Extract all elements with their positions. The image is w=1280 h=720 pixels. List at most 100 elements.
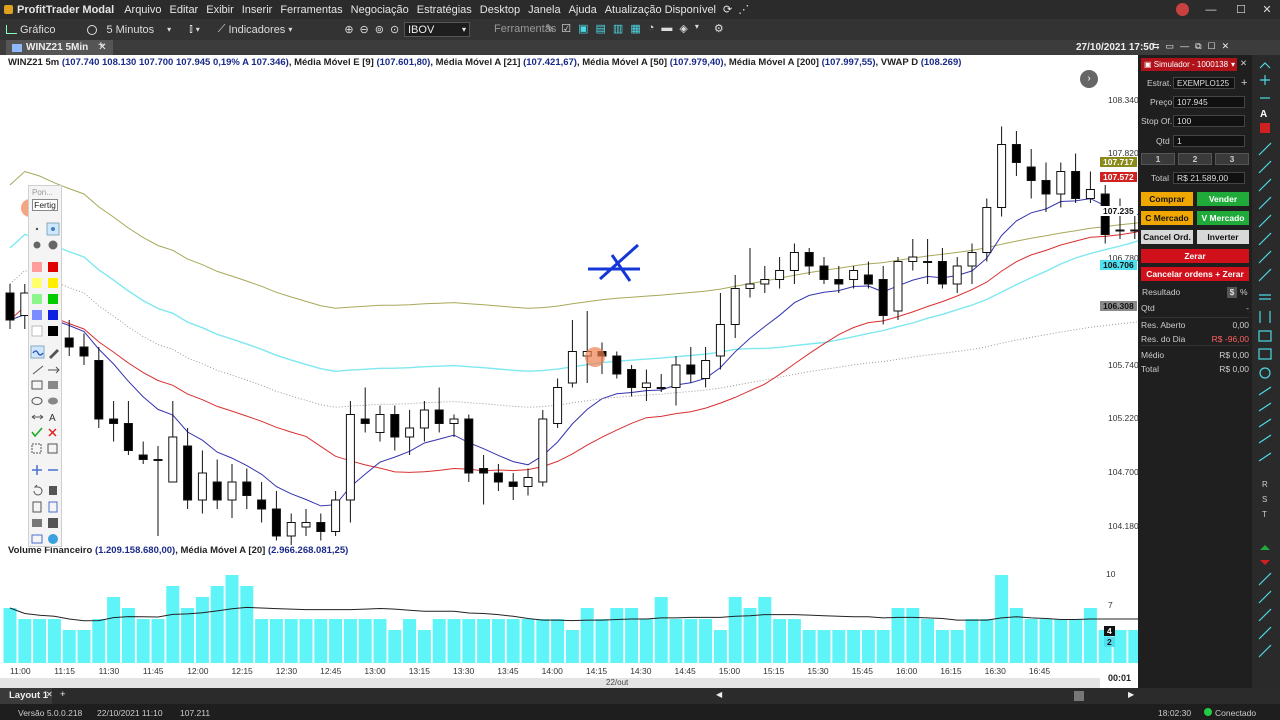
candle-body[interactable] — [908, 256, 918, 262]
menu-janela[interactable]: Janela — [524, 4, 564, 16]
candle-body[interactable] — [627, 369, 637, 388]
chart-area[interactable] — [0, 55, 1138, 688]
zoom-area-icon[interactable] — [47, 443, 58, 454]
color-light-green[interactable] — [32, 294, 42, 304]
candle-body[interactable] — [449, 418, 459, 424]
fib-icon[interactable] — [1258, 250, 1272, 264]
tool-check-icon[interactable]: ☑ — [561, 22, 571, 35]
t-label-icon[interactable]: T — [1262, 510, 1267, 519]
scroll-thumb[interactable] — [1074, 691, 1084, 701]
tool-extra4-icon[interactable] — [1258, 626, 1272, 640]
candle-body[interactable] — [419, 409, 429, 429]
dot-large-icon[interactable] — [33, 241, 41, 249]
text-a-icon[interactable]: A — [1260, 109, 1267, 120]
candle-body[interactable] — [109, 418, 119, 424]
color-light-yellow[interactable] — [32, 278, 42, 288]
refresh-icon[interactable]: ⟳ — [720, 3, 735, 16]
menu-exibir[interactable]: Exibir — [202, 4, 238, 16]
tool-extra5-icon[interactable] — [1258, 644, 1272, 658]
candle-body[interactable] — [952, 265, 962, 285]
layout-tab[interactable]: Layout 1 — [0, 688, 52, 704]
price-chart[interactable] — [0, 55, 1138, 688]
candle-body[interactable] — [286, 522, 296, 537]
fertig-button[interactable]: Fertig — [32, 199, 58, 211]
drawn-x-annotation[interactable] — [588, 243, 640, 282]
candle-body[interactable] — [479, 468, 489, 474]
panel-close-icon[interactable]: ✕ — [1240, 58, 1247, 69]
scroll-right-icon[interactable]: ▶ — [1128, 690, 1134, 699]
candle-body[interactable] — [701, 360, 711, 379]
vender-button[interactable]: Vender — [1197, 192, 1249, 206]
zoom-fit-icon[interactable]: ⊚ — [375, 23, 384, 36]
candle-body[interactable] — [168, 436, 178, 483]
candle-body[interactable] — [849, 270, 859, 280]
fib-fan-icon[interactable] — [1258, 268, 1272, 282]
candle-body[interactable] — [1026, 166, 1036, 181]
tool-bell-icon[interactable]: ◔ — [648, 22, 655, 35]
candle-body[interactable] — [1085, 189, 1095, 199]
tool-chevron-icon[interactable]: ▾ — [695, 22, 699, 35]
menu-inserir[interactable]: Inserir — [238, 4, 277, 16]
color-blue[interactable] — [48, 310, 58, 320]
link-icon[interactable]: ⇆ — [1152, 41, 1160, 52]
candle-body[interactable] — [1041, 180, 1051, 195]
candle-body[interactable] — [967, 252, 977, 267]
candle-body[interactable] — [345, 414, 355, 501]
tab-restore-icon[interactable]: ⧉ — [1195, 41, 1201, 52]
candle-body[interactable] — [508, 481, 518, 487]
dot-xlarge-icon[interactable] — [48, 240, 58, 250]
candle-body[interactable] — [331, 499, 341, 532]
trendline-icon[interactable] — [1258, 142, 1272, 156]
cancel-x-icon[interactable] — [48, 428, 57, 437]
window-icon[interactable]: ▭ — [1166, 41, 1175, 52]
chart-tab[interactable]: WINZ21 5Min ✕ — [6, 40, 113, 55]
candle-body[interactable] — [212, 481, 222, 501]
save-disk-icon[interactable] — [48, 518, 58, 528]
tab-maximize-icon[interactable]: ☐ — [1208, 41, 1216, 52]
tool-save-icon[interactable]: ▣ — [578, 22, 588, 35]
tool-extra3-icon[interactable] — [1258, 608, 1272, 622]
candle-body[interactable] — [1011, 144, 1021, 163]
menu-ferramentas[interactable]: Ferramentas — [276, 4, 346, 16]
image-icon[interactable] — [31, 534, 43, 544]
rect-tool2-icon[interactable] — [1258, 348, 1272, 360]
menu-desktop[interactable]: Desktop — [476, 4, 524, 16]
close-icon[interactable]: ✕ — [1252, 0, 1280, 19]
candle-body[interactable] — [64, 337, 74, 348]
zerar-button[interactable]: Zerar — [1141, 249, 1249, 263]
tab-close-window-icon[interactable]: ✕ — [1222, 41, 1230, 52]
candle-body[interactable] — [94, 360, 104, 420]
text-tool-icon[interactable]: A — [49, 413, 56, 424]
candle-body[interactable] — [982, 207, 992, 253]
candle-body[interactable] — [804, 252, 814, 267]
layout-close-icon[interactable]: ✕ — [46, 690, 53, 699]
color-light-blue[interactable] — [32, 310, 42, 320]
menu-estrategias[interactable]: Estratégias — [413, 4, 476, 16]
regression-icon[interactable] — [1258, 418, 1272, 428]
candle-body[interactable] — [5, 292, 15, 321]
candle-body[interactable] — [375, 414, 385, 433]
chart-scroll-right-button[interactable]: › — [1080, 70, 1098, 88]
candle-body[interactable] — [819, 265, 829, 280]
candle-body[interactable] — [567, 351, 577, 384]
color-white[interactable] — [31, 325, 43, 337]
drawing-tools-icons[interactable]: A — [29, 216, 63, 556]
color-light-red[interactable] — [32, 262, 42, 272]
qty-preset-3[interactable]: 3 — [1215, 153, 1249, 165]
trash-icon[interactable] — [49, 486, 57, 495]
color-green[interactable] — [48, 294, 58, 304]
qtd-input[interactable]: 1 — [1173, 135, 1245, 147]
period-select[interactable]: 5 Minutos ▾ — [81, 24, 177, 36]
parallel-icon[interactable] — [1258, 214, 1272, 228]
candle-body[interactable] — [686, 364, 696, 375]
menu-arquivo[interactable]: Arquivo — [120, 4, 165, 16]
candle-body[interactable] — [434, 409, 444, 424]
right-toolbar-icons[interactable]: A R S T — [1252, 55, 1280, 688]
tool-grid-icon[interactable]: ▦ — [630, 22, 640, 35]
candle-body[interactable] — [937, 261, 947, 285]
select-area-icon[interactable] — [31, 443, 42, 454]
estrat-select[interactable]: EXEMPLO125 — [1173, 77, 1235, 89]
plus-icon[interactable] — [1260, 75, 1270, 85]
extended-line-icon[interactable] — [1258, 178, 1272, 192]
candle-body[interactable] — [316, 522, 326, 532]
